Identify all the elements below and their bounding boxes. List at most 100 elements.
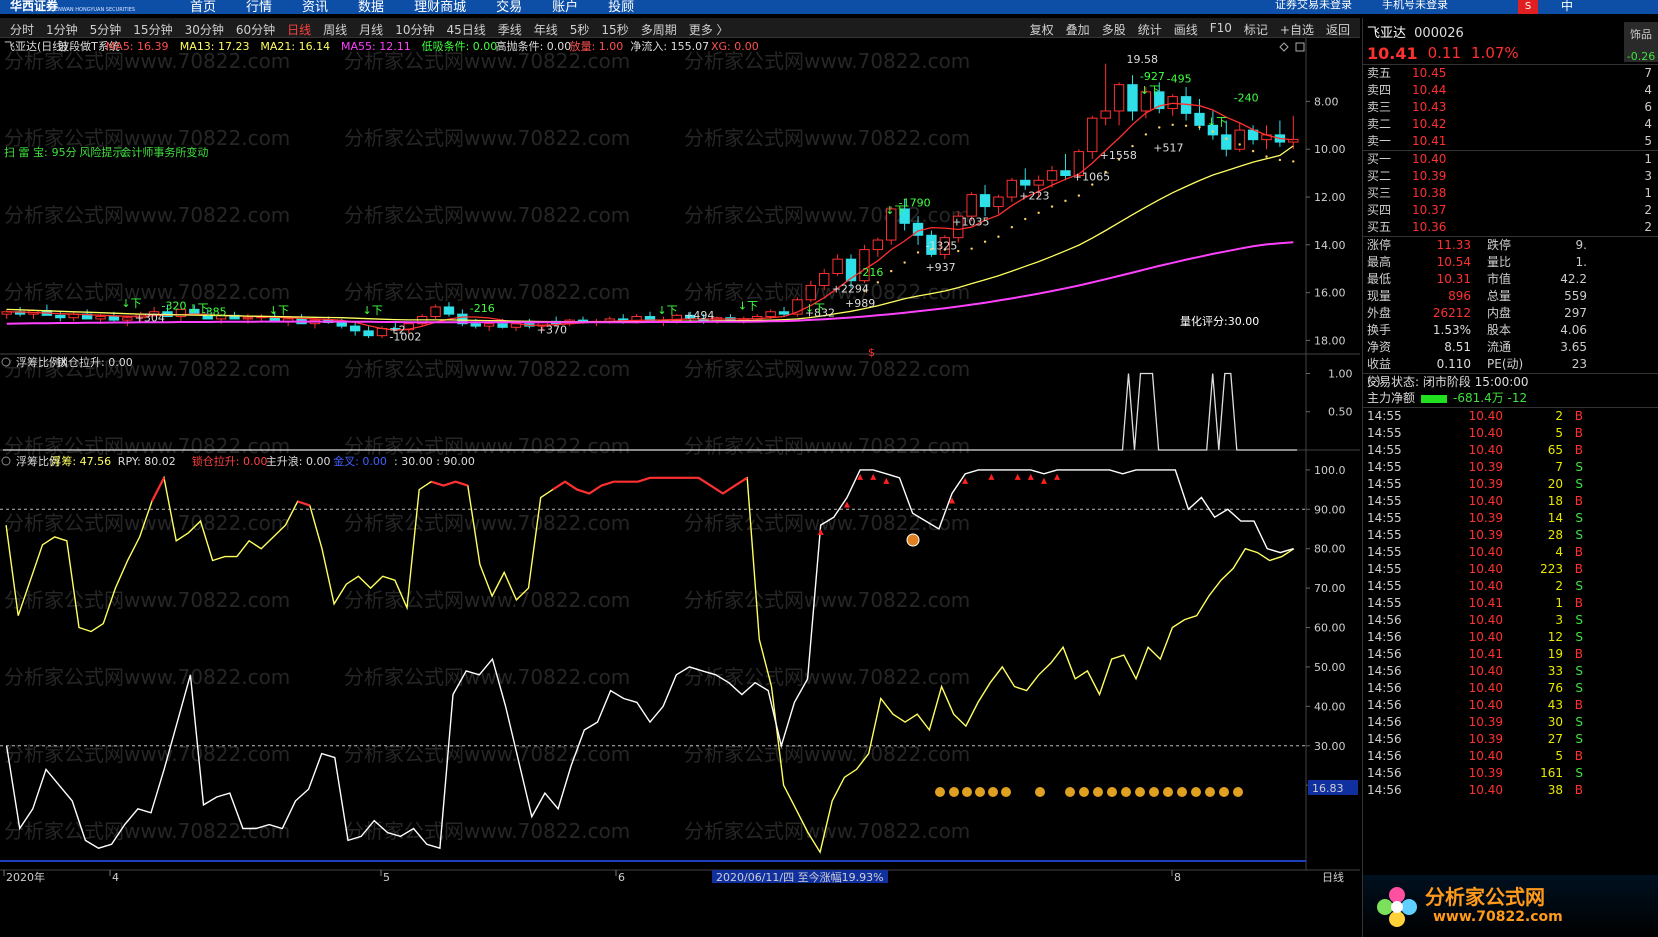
- tick-row[interactable]: 14:55 10.40 2 S: [1363, 578, 1658, 595]
- chart-tool[interactable]: 复权: [1024, 21, 1060, 38]
- chart-tool[interactable]: F10: [1204, 21, 1238, 38]
- tick-row[interactable]: 14:55 10.40 18 B: [1363, 493, 1658, 510]
- chart-tool[interactable]: 叠加: [1060, 21, 1096, 38]
- tick-list[interactable]: 14:55 10.40 2 B 14:55 10.40 5 B 14:55 10.40 65 B 14:…: [1363, 407, 1658, 799]
- candle-body[interactable]: [1221, 134, 1232, 150]
- tick-row[interactable]: 14:56 10.40 38 B: [1363, 782, 1658, 799]
- candle-body[interactable]: [1020, 179, 1031, 186]
- tick-row[interactable]: 14:56 10.40 43 B: [1363, 697, 1658, 714]
- tick-row[interactable]: 14:56 10.41 19 B: [1363, 646, 1658, 663]
- top-nav-item[interactable]: 理财商城: [414, 0, 466, 14]
- candle-body[interactable]: [349, 325, 361, 332]
- candle-body[interactable]: [778, 311, 790, 315]
- tick-row[interactable]: 14:56 10.40 76 S: [1363, 680, 1658, 697]
- login-status-item[interactable]: 手机号未登录: [1382, 0, 1448, 12]
- candle-body[interactable]: [497, 323, 508, 328]
- period-tab[interactable]: 1分钟: [40, 21, 84, 38]
- candle-body[interactable]: [1127, 84, 1138, 112]
- candle-body[interactable]: [1006, 179, 1018, 198]
- tick-row[interactable]: 14:55 10.39 20 S: [1363, 476, 1658, 493]
- tick-row[interactable]: 14:55 10.40 5 B: [1363, 425, 1658, 442]
- candle-body[interactable]: [1113, 84, 1125, 112]
- period-tab[interactable]: 45日线: [440, 21, 491, 38]
- candle-body[interactable]: [55, 314, 66, 319]
- order-book-row[interactable]: 买五 10.36 2: [1363, 219, 1658, 236]
- tick-row[interactable]: 14:56 10.39 30 S: [1363, 714, 1658, 731]
- candle-body[interactable]: [470, 323, 481, 327]
- period-tab[interactable]: 10分钟: [389, 21, 440, 38]
- candle-body[interactable]: [108, 316, 120, 321]
- candle-body[interactable]: [845, 258, 857, 282]
- tick-row[interactable]: 14:55 10.40 4 B: [1363, 544, 1658, 561]
- period-tab[interactable]: 60分钟: [230, 21, 281, 38]
- candle-body[interactable]: [1167, 96, 1178, 110]
- stock-chart[interactable]: 分析家公式网www.70822.com 分析家公式网www.70822.com 分析…: [0, 38, 1360, 937]
- tick-row[interactable]: 14:55 10.40 2 B: [1363, 408, 1658, 425]
- order-book-row[interactable]: 卖一 10.41 5: [1363, 133, 1658, 150]
- tick-row[interactable]: 14:55 10.39 14 S: [1363, 510, 1658, 527]
- period-tab[interactable]: 分时: [4, 21, 40, 38]
- order-book-row[interactable]: 买一 10.40 1: [1363, 151, 1658, 168]
- candle-body[interactable]: [819, 273, 830, 286]
- chart-tool[interactable]: 返回: [1320, 21, 1356, 38]
- order-book-row[interactable]: 买四 10.37 2: [1363, 202, 1658, 219]
- order-book-row[interactable]: 卖五 10.45 7: [1363, 65, 1658, 82]
- login-status-item[interactable]: 证券交易未登录: [1275, 0, 1352, 12]
- candle-body[interactable]: [1060, 170, 1071, 177]
- period-tab[interactable]: 多周期: [635, 21, 683, 38]
- tick-row[interactable]: 14:56 10.40 33 S: [1363, 663, 1658, 680]
- order-book-row[interactable]: 买三 10.38 1: [1363, 185, 1658, 202]
- top-nav-item[interactable]: 投顾: [608, 0, 634, 14]
- candle-body[interactable]: [1194, 112, 1205, 126]
- period-tab[interactable]: 30分钟: [179, 21, 230, 38]
- candle-body[interactable]: [872, 239, 884, 251]
- period-tab[interactable]: 5秒: [564, 21, 596, 38]
- order-book-row[interactable]: 卖三 10.43 6: [1363, 99, 1658, 116]
- tick-row[interactable]: 14:55 10.41 1 B: [1363, 595, 1658, 612]
- candle-body[interactable]: [95, 316, 106, 320]
- candle-body[interactable]: [443, 306, 455, 315]
- candle-body[interactable]: [966, 194, 977, 217]
- top-nav-item[interactable]: 数据: [358, 0, 384, 14]
- top-nav-item[interactable]: 行情: [246, 0, 272, 14]
- tick-row[interactable]: 14:55 10.40 65 B: [1363, 442, 1658, 459]
- candle-body[interactable]: [1100, 110, 1111, 119]
- period-tab[interactable]: 更多 〉: [683, 21, 735, 38]
- candle-body[interactable]: [242, 317, 254, 320]
- order-book-row[interactable]: 买二 10.39 3: [1363, 168, 1658, 185]
- tick-row[interactable]: 14:55 10.39 28 S: [1363, 527, 1658, 544]
- order-book-row[interactable]: 卖二 10.42 4: [1363, 116, 1658, 133]
- top-nav-item[interactable]: 首页: [190, 0, 216, 14]
- order-book-row[interactable]: 卖四 10.44 4: [1363, 82, 1658, 99]
- tick-row[interactable]: 14:56 10.40 12 S: [1363, 629, 1658, 646]
- chart-tool[interactable]: +自选: [1274, 21, 1320, 38]
- period-tab[interactable]: 季线: [492, 21, 528, 38]
- candle-body[interactable]: [765, 311, 776, 318]
- top-nav-item[interactable]: 资讯: [302, 0, 328, 14]
- top-nav-item[interactable]: 账户: [552, 0, 578, 14]
- tick-row[interactable]: 14:56 10.39 27 S: [1363, 731, 1658, 748]
- tick-row[interactable]: 14:55 10.40 223 B: [1363, 561, 1658, 578]
- period-tab[interactable]: 周线: [317, 21, 353, 38]
- candle-body[interactable]: [1234, 129, 1245, 150]
- period-tab[interactable]: 15秒: [595, 21, 634, 38]
- chart-tool[interactable]: 多股: [1096, 21, 1132, 38]
- candle-body[interactable]: [1046, 170, 1058, 181]
- chart-tool[interactable]: 画线: [1168, 21, 1204, 38]
- period-tab[interactable]: 日线: [281, 21, 317, 38]
- candle-body[interactable]: [122, 317, 133, 321]
- period-tab[interactable]: 15分钟: [127, 21, 178, 38]
- candle-body[interactable]: [832, 258, 843, 275]
- chart-tool[interactable]: 统计: [1132, 21, 1168, 38]
- tick-row[interactable]: 14:56 10.39 161 S: [1363, 765, 1658, 782]
- tick-row[interactable]: 14:56 10.40 5 B: [1363, 748, 1658, 765]
- period-tab[interactable]: 月线: [353, 21, 389, 38]
- candle-body[interactable]: [805, 284, 817, 301]
- candle-body[interactable]: [363, 330, 374, 337]
- language-switch[interactable]: 中: [1561, 0, 1573, 14]
- candle-body[interactable]: [979, 194, 991, 208]
- sector-tag[interactable]: 饰品 -0.26: [1624, 22, 1658, 63]
- candle-body[interactable]: [483, 323, 495, 327]
- tick-row[interactable]: 14:55 10.39 7 S: [1363, 459, 1658, 476]
- candle-body[interactable]: [1087, 117, 1098, 153]
